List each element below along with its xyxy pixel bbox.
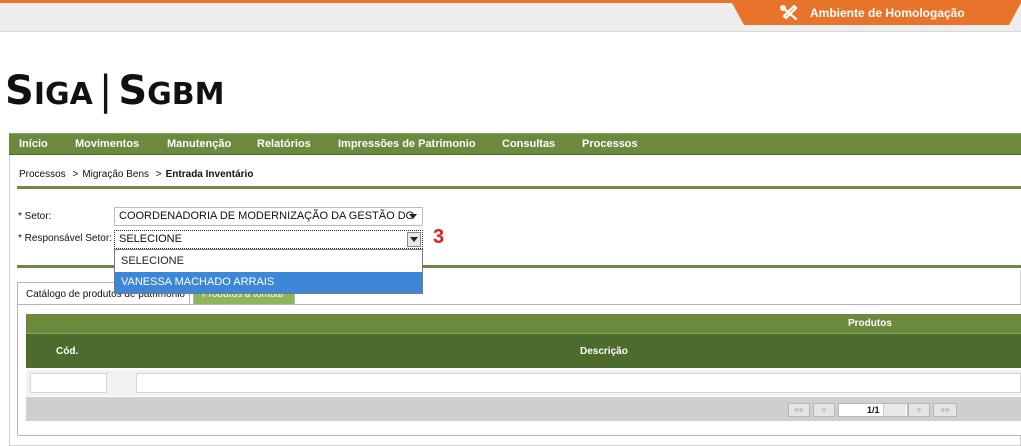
tools-icon bbox=[780, 5, 798, 21]
menu-item-consultas[interactable]: Consultas bbox=[502, 138, 555, 150]
responsavel-dropdown-list: SELECIONE VANESSA MACHADO ARRAIS bbox=[114, 249, 423, 294]
page: Ambiente de Homologação SIGA | SGBM Início… bbox=[0, 0, 1021, 446]
menu-item-movimentos[interactable]: Movimentos bbox=[75, 138, 139, 150]
top-bar: Ambiente de Homologação bbox=[0, 0, 1021, 32]
menu-item-processos[interactable]: Processos bbox=[582, 138, 638, 150]
breadcrumb-item-processos[interactable]: Processos bbox=[19, 169, 66, 180]
menu-item-manutencao[interactable]: Manutenção bbox=[167, 138, 231, 150]
pager-last-button[interactable]: »» bbox=[933, 403, 957, 417]
dropdown-option-vanessa[interactable]: VANESSA MACHADO ARRAIS bbox=[115, 272, 422, 293]
menu-item-relatorios[interactable]: Relatórios bbox=[257, 138, 311, 150]
menu-item-inicio[interactable]: Início bbox=[19, 138, 48, 150]
setor-select[interactable]: COORDENADORIA DE MODERNIZAÇÃO DA GESTÃO … bbox=[114, 207, 423, 226]
breadcrumb-item-current: Entrada Inventário bbox=[165, 169, 254, 180]
step-annotation: 3 bbox=[433, 226, 445, 248]
breadcrumb: Processos > Migração Bens > Entrada Invent… bbox=[19, 169, 253, 180]
filter-descricao-input[interactable] bbox=[136, 373, 1021, 393]
group-header-label: Produtos bbox=[848, 318, 892, 329]
setor-select-value: COORDENADORIA DE MODERNIZAÇÃO DA GESTÃO … bbox=[119, 210, 415, 222]
table-header: Cód. Descrição bbox=[26, 334, 1021, 368]
breadcrumb-item-migracao-bens[interactable]: Migração Bens bbox=[82, 169, 149, 180]
pager-prev-button[interactable]: « bbox=[813, 403, 835, 417]
breadcrumb-separator: > bbox=[72, 169, 79, 180]
dropdown-option-selecione[interactable]: SELECIONE bbox=[115, 251, 422, 272]
app-logo: SIGA | SGBM bbox=[5, 68, 225, 114]
column-header-cod[interactable]: Cód. bbox=[56, 346, 78, 357]
pager-next-button[interactable]: » bbox=[908, 403, 930, 417]
main-menu: Início Movimentos Manutenção Relatórios … bbox=[9, 133, 1021, 155]
setor-label: * Setor: bbox=[18, 211, 52, 222]
breadcrumb-separator: > bbox=[155, 169, 162, 180]
environment-label: Ambiente de Homologação bbox=[810, 6, 965, 20]
pager-info-spacer bbox=[883, 404, 906, 416]
pager-first-button[interactable]: «« bbox=[788, 403, 810, 417]
responsavel-select-value: SELECIONE bbox=[119, 233, 182, 245]
dropdown-button[interactable] bbox=[407, 232, 421, 247]
filter-cod-input[interactable] bbox=[30, 373, 107, 393]
responsavel-select[interactable]: SELECIONE bbox=[114, 230, 423, 249]
chevron-down-icon bbox=[410, 237, 418, 242]
column-header-descricao[interactable]: Descrição bbox=[580, 346, 628, 357]
menu-item-impressoes[interactable]: Impressões de Patrimonio bbox=[338, 138, 476, 150]
section-divider bbox=[17, 186, 1021, 189]
chevron-down-icon bbox=[409, 214, 417, 219]
responsavel-label: * Responsável Setor: bbox=[18, 233, 112, 244]
table-group-header: Produtos bbox=[26, 314, 1021, 334]
environment-banner: Ambiente de Homologação bbox=[732, 3, 1021, 25]
